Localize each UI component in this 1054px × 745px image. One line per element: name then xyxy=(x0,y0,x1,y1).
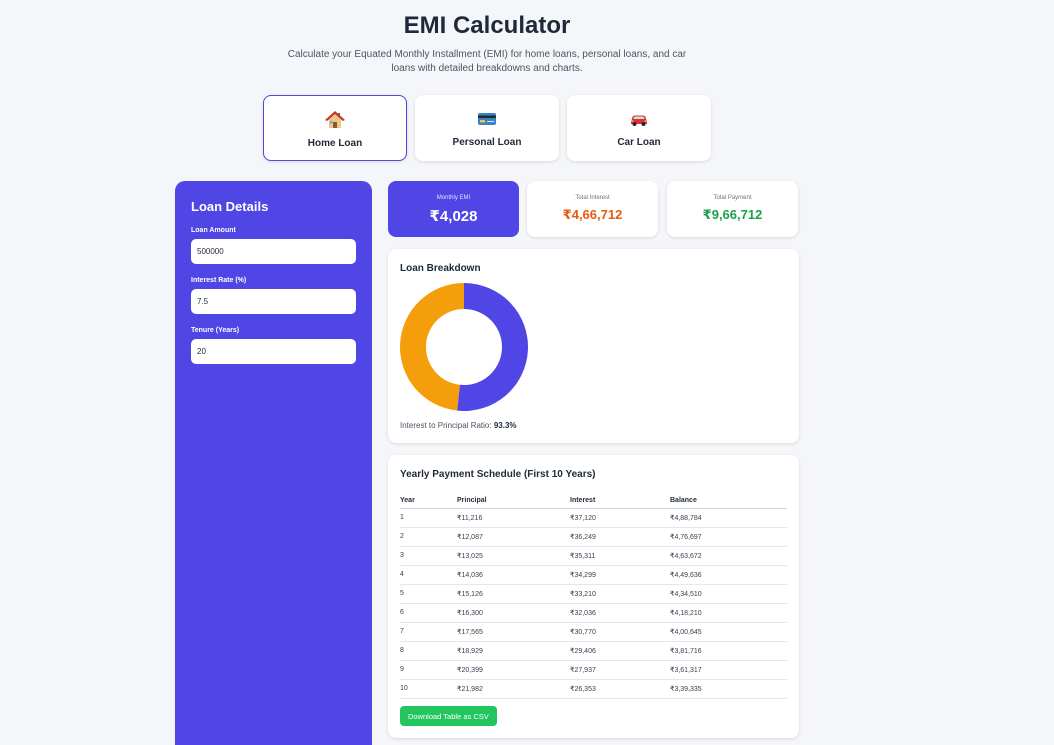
total-payment-card: Total Payment ₹9,66,712 xyxy=(667,181,798,237)
interest-slice xyxy=(400,283,464,411)
loan-amount-label: Loan Amount xyxy=(191,227,236,234)
monthly-emi-label: Monthly EMI xyxy=(436,195,471,201)
table-cell: ₹34,299 xyxy=(570,565,670,585)
table-row: 3 ₹13,025 ₹35,311 ₹4,63,672 xyxy=(400,546,787,566)
loan-type-label: Home Loan xyxy=(307,138,363,149)
total-interest-label: Total Interest xyxy=(575,195,610,201)
table-cell: 6 xyxy=(400,603,457,623)
loan-amount-input[interactable] xyxy=(191,239,356,264)
house-icon xyxy=(325,111,345,128)
total-interest-card: Total Interest ₹4,66,712 xyxy=(527,181,658,237)
loan-details-panel: Loan Details Loan Amount Interest Rate (… xyxy=(175,181,372,745)
ratio-value: 93.3% xyxy=(493,421,517,430)
table-cell: 4 xyxy=(400,565,457,585)
table-cell: ₹30,770 xyxy=(570,622,670,642)
ratio-label: Interest to Principal Ratio: xyxy=(400,421,492,430)
table-cell: 10 xyxy=(400,679,457,699)
column-header: Principal xyxy=(457,493,570,509)
page-subtitle: Calculate your Equated Monthly Installme… xyxy=(287,49,687,74)
download-csv-button[interactable]: Download Table as CSV xyxy=(400,706,497,726)
table-cell: 8 xyxy=(400,641,457,661)
monthly-emi-card: Monthly EMI ₹4,028 xyxy=(388,181,519,237)
table-cell: ₹33,210 xyxy=(570,584,670,604)
table-cell: ₹3,61,317 xyxy=(670,660,787,680)
table-cell: ₹32,036 xyxy=(570,603,670,623)
table-row: 4 ₹14,036 ₹34,299 ₹4,49,636 xyxy=(400,565,787,585)
tenure-label: Tenure (Years) xyxy=(191,327,240,334)
table-cell: 7 xyxy=(400,622,457,642)
table-cell: ₹3,81,716 xyxy=(670,641,787,661)
table-cell: 9 xyxy=(400,660,457,680)
table-cell: ₹18,929 xyxy=(457,641,570,661)
table-row: 2 ₹12,087 ₹36,249 ₹4,76,697 xyxy=(400,527,787,547)
table-cell: ₹37,120 xyxy=(570,508,670,528)
total-payment-label: Total Payment xyxy=(713,195,752,201)
table-cell: ₹35,311 xyxy=(570,546,670,566)
table-row: 6 ₹16,300 ₹32,036 ₹4,18,210 xyxy=(400,603,787,623)
table-cell: ₹17,565 xyxy=(457,622,570,642)
table-cell: ₹4,18,210 xyxy=(670,603,787,623)
total-payment-value: ₹9,66,712 xyxy=(702,207,763,222)
table-cell: 1 xyxy=(400,508,457,528)
interest-rate-label: Interest Rate (%) xyxy=(191,277,247,284)
table-cell: ₹15,126 xyxy=(457,584,570,604)
table-cell: ₹4,49,636 xyxy=(670,565,787,585)
table-row: 10 ₹21,982 ₹26,353 ₹3,39,335 xyxy=(400,679,787,699)
table-cell: 2 xyxy=(400,527,457,547)
loan-type-label: Car Loan xyxy=(617,137,661,148)
table-cell: ₹13,025 xyxy=(457,546,570,566)
table-cell: ₹26,353 xyxy=(570,679,670,699)
payment-schedule-table: Year Principal Interest Balance 1 ₹11,216… xyxy=(400,493,787,699)
column-header: Year xyxy=(400,493,457,509)
table-cell: ₹4,88,784 xyxy=(670,508,787,528)
principal-slice xyxy=(457,283,528,411)
total-interest-value: ₹4,66,712 xyxy=(562,207,623,222)
loan-details-title: Loan Details xyxy=(191,199,269,214)
table-cell: ₹36,249 xyxy=(570,527,670,547)
table-header-row: Year Principal Interest Balance xyxy=(400,493,787,509)
table-cell: ₹14,036 xyxy=(457,565,570,585)
page-title: EMI Calculator xyxy=(403,12,571,39)
payment-schedule-title: Yearly Payment Schedule (First 10 Years) xyxy=(400,469,596,480)
interest-rate-input[interactable] xyxy=(191,289,356,314)
table-row: 7 ₹17,565 ₹30,770 ₹4,00,645 xyxy=(400,622,787,642)
table-cell: ₹12,087 xyxy=(457,527,570,547)
table-cell: ₹11,216 xyxy=(457,508,570,528)
tenure-input[interactable] xyxy=(191,339,356,364)
loan-breakdown-panel: Loan Breakdown Interest to Principal Rat… xyxy=(388,249,799,443)
table-cell: ₹3,39,335 xyxy=(670,679,787,699)
table-row: 5 ₹15,126 ₹33,210 ₹4,34,510 xyxy=(400,584,787,604)
table-cell: ₹4,76,697 xyxy=(670,527,787,547)
table-cell: ₹16,300 xyxy=(457,603,570,623)
table-row: 1 ₹11,216 ₹37,120 ₹4,88,784 xyxy=(400,508,787,528)
table-cell: 5 xyxy=(400,584,457,604)
loan-breakdown-title: Loan Breakdown xyxy=(400,263,481,274)
table-cell: ₹4,34,510 xyxy=(670,584,787,604)
credit-card-icon xyxy=(478,113,496,125)
payment-schedule-panel: Yearly Payment Schedule (First 10 Years)… xyxy=(388,455,799,738)
loan-type-label: Personal Loan xyxy=(452,137,522,148)
table-cell: ₹21,982 xyxy=(457,679,570,699)
car-icon xyxy=(631,115,647,126)
table-cell: ₹4,00,645 xyxy=(670,622,787,642)
table-cell: 3 xyxy=(400,546,457,566)
monthly-emi-value: ₹4,028 xyxy=(429,208,478,225)
table-cell: ₹29,406 xyxy=(570,641,670,661)
loan-breakdown-donut-chart xyxy=(400,283,528,411)
interest-principal-ratio: Interest to Principal Ratio: 93.3% xyxy=(400,421,517,430)
loan-type-home[interactable]: Home Loan xyxy=(263,95,407,161)
loan-type-car[interactable]: Car Loan xyxy=(567,95,711,161)
loan-type-personal[interactable]: Personal Loan xyxy=(415,95,559,161)
table-cell: ₹27,937 xyxy=(570,660,670,680)
table-row: 8 ₹18,929 ₹29,406 ₹3,81,716 xyxy=(400,641,787,661)
column-header: Balance xyxy=(670,493,787,509)
table-cell: ₹4,63,672 xyxy=(670,546,787,566)
table-row: 9 ₹20,399 ₹27,937 ₹3,61,317 xyxy=(400,660,787,680)
table-cell: ₹20,399 xyxy=(457,660,570,680)
column-header: Interest xyxy=(570,493,670,509)
